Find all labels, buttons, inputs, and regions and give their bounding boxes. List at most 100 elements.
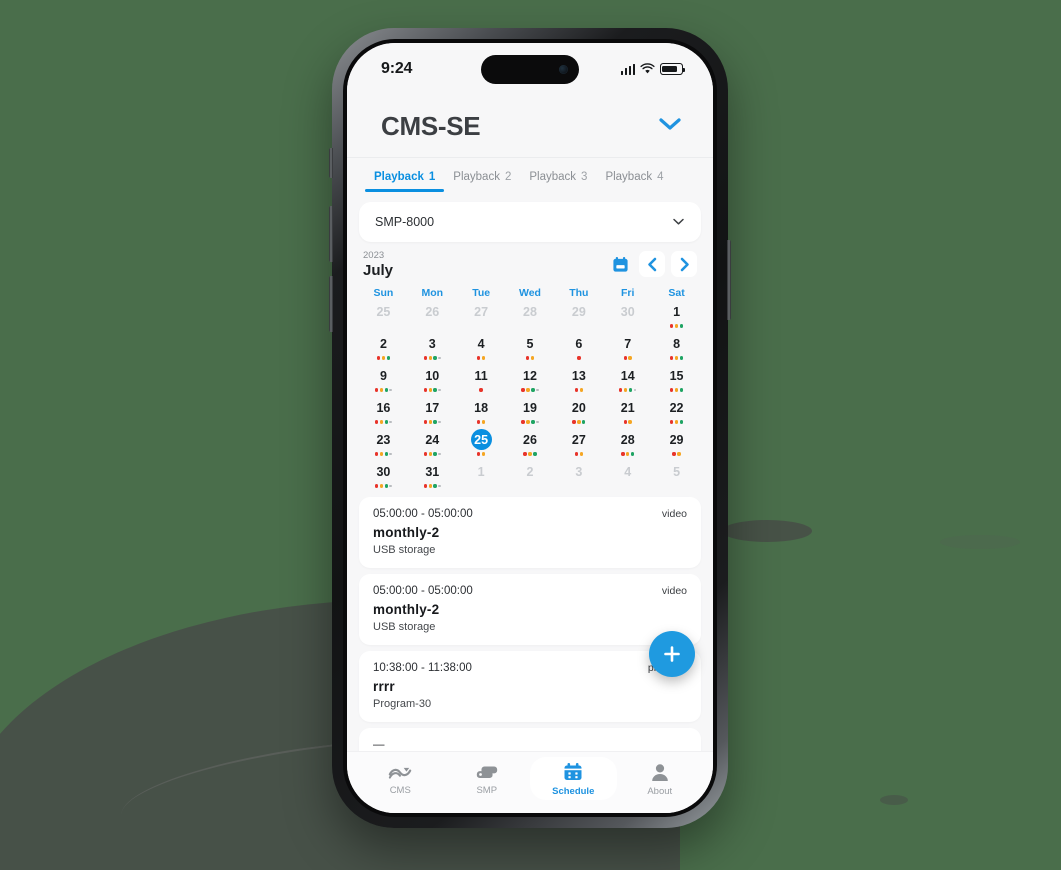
schedule-card-partial[interactable]: — [359, 728, 701, 751]
status-dot [536, 388, 539, 392]
status-dot [428, 452, 432, 456]
power-button[interactable] [727, 240, 731, 320]
status-dot [389, 388, 393, 392]
calendar-day[interactable]: 16 [359, 397, 408, 429]
bottom-navigation: CMS SMP Schedule About [347, 751, 713, 813]
calendar-day-number: 14 [620, 368, 635, 383]
chevron-down-icon[interactable] [657, 116, 683, 137]
status-dot [574, 452, 579, 456]
next-month-button[interactable] [671, 251, 697, 278]
tab-playback-4[interactable]: Playback 4 [596, 158, 672, 192]
add-schedule-fab[interactable] [649, 631, 695, 677]
calendar-day[interactable]: 20 [554, 397, 603, 429]
tab-label: Playback [529, 171, 577, 183]
calendar-day[interactable]: 5 [506, 333, 555, 365]
nav-item-about[interactable]: About [617, 758, 704, 800]
schedule-type: video [661, 508, 687, 521]
calendar-day[interactable]: 5 [652, 461, 701, 493]
calendar-day[interactable]: 19 [506, 397, 555, 429]
calendar-day[interactable]: 14 [603, 365, 652, 397]
calendar-day[interactable]: 3 [554, 461, 603, 493]
status-dot [384, 452, 388, 456]
calendar-day-number: 27 [474, 304, 489, 319]
status-dot [433, 356, 437, 360]
status-dot [525, 356, 530, 360]
calendar-day[interactable]: 24 [408, 429, 457, 461]
calendar-day[interactable]: 25 [457, 429, 506, 461]
calendar-day[interactable]: 8 [652, 333, 701, 365]
nav-item-schedule[interactable]: Schedule [530, 757, 617, 800]
calendar-day[interactable]: 28 [603, 429, 652, 461]
schedule-time: 10:38:00 - 11:38:00 [373, 662, 472, 675]
tab-number: 1 [428, 171, 436, 183]
nav-label: SMP [476, 784, 498, 796]
calendar-today-button[interactable] [607, 251, 633, 277]
calendar-day[interactable]: 22 [652, 397, 701, 429]
calendar-day[interactable]: 18 [457, 397, 506, 429]
status-dot [579, 388, 583, 392]
calendar-day-number: 1 [673, 304, 681, 319]
status-dot [672, 452, 676, 456]
calendar-day[interactable]: 1 [457, 461, 506, 493]
volume-down-button[interactable] [329, 276, 333, 332]
prev-month-button[interactable] [639, 251, 665, 278]
calendar-day-dots [476, 451, 486, 457]
mute-switch[interactable] [329, 148, 333, 178]
calendar-day[interactable]: 26 [408, 301, 457, 333]
calendar-day[interactable]: 7 [603, 333, 652, 365]
calendar-day[interactable]: 29 [554, 301, 603, 333]
calendar-day[interactable]: 21 [603, 397, 652, 429]
calendar-day[interactable]: 26 [506, 429, 555, 461]
calendar-day[interactable]: 4 [603, 461, 652, 493]
status-dot [623, 356, 627, 360]
tab-playback-2[interactable]: Playback 2 [444, 158, 520, 192]
background-shape-dot [880, 795, 908, 805]
calendar-day-number: 23 [376, 432, 391, 447]
calendar-day[interactable]: 3 [408, 333, 457, 365]
calendar-day[interactable]: 23 [359, 429, 408, 461]
calendar-day[interactable]: 15 [652, 365, 701, 397]
calendar-day[interactable]: 10 [408, 365, 457, 397]
calendar-day[interactable]: 17 [408, 397, 457, 429]
calendar-day[interactable]: 27 [457, 301, 506, 333]
status-dot [389, 452, 393, 456]
calendar-day[interactable]: 28 [506, 301, 555, 333]
calendar-day[interactable]: 30 [603, 301, 652, 333]
tab-playback-3[interactable]: Playback 3 [520, 158, 596, 192]
calendar-day[interactable]: 13 [554, 365, 603, 397]
nav-item-smp[interactable]: SMP [444, 759, 531, 799]
volume-up-button[interactable] [329, 206, 333, 262]
calendar-day[interactable]: 31 [408, 461, 457, 493]
schedule-source: USB storage [373, 544, 436, 557]
schedule-list[interactable]: 05:00:00 - 05:00:00 video monthly-2 USB sto… [347, 493, 713, 751]
calendar-day[interactable]: 11 [457, 365, 506, 397]
calendar-day[interactable]: 30 [359, 461, 408, 493]
calendar-day-dots [672, 451, 681, 457]
status-dot [521, 388, 525, 392]
calendar-day[interactable]: 9 [359, 365, 408, 397]
status-dot [423, 388, 428, 392]
schedule-card-header: 05:00:00 - 05:00:00 video [373, 585, 687, 597]
schedule-card[interactable]: 05:00:00 - 05:00:00 video monthly-2 USB sto… [359, 574, 701, 646]
calendar-day[interactable]: 2 [506, 461, 555, 493]
status-dot [423, 484, 428, 488]
calendar-day[interactable]: 27 [554, 429, 603, 461]
status-dot [379, 420, 384, 424]
status-dot [628, 388, 633, 392]
status-dot [526, 420, 530, 424]
calendar-day[interactable]: 1 [652, 301, 701, 333]
tab-playback-1[interactable]: Playback 1 [365, 158, 445, 192]
calendar-day[interactable]: 12 [506, 365, 555, 397]
calendar-day-number: 6 [575, 336, 583, 351]
nav-item-cms[interactable]: CMS [357, 759, 444, 799]
device-select[interactable]: SMP-8000 [359, 202, 701, 242]
schedule-name: rrrr [373, 679, 395, 695]
schedule-card[interactable]: 05:00:00 - 05:00:00 video monthly-2 USB sto… [359, 497, 701, 569]
calendar-day-dots [574, 451, 583, 457]
calendar-day[interactable]: 4 [457, 333, 506, 365]
calendar-day[interactable]: 25 [359, 301, 408, 333]
calendar-day[interactable]: 29 [652, 429, 701, 461]
calendar-day[interactable]: 6 [554, 333, 603, 365]
schedule-time: — [373, 739, 385, 751]
calendar-day[interactable]: 2 [359, 333, 408, 365]
